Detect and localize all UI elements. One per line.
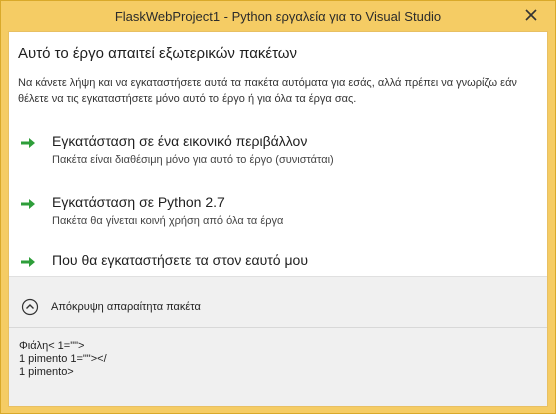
dialog-window: FlaskWebProject1 - Python εργαλεία για τ… <box>0 0 556 414</box>
arrow-right-icon <box>21 199 35 209</box>
option-title: Εγκατάσταση σε Python 2.7 <box>52 194 225 210</box>
option-title: Εγκατάσταση σε ένα εικονικό περιβάλλον <box>52 133 308 149</box>
option-install-virtual-env[interactable]: Εγκατάσταση σε ένα εικονικό περιβάλλον Π… <box>21 133 521 173</box>
arrow-right-icon <box>21 138 35 148</box>
divider <box>9 327 547 328</box>
option-subtitle: Πακέτα είναι διαθέσιμη μόνο για αυτό το … <box>52 154 334 166</box>
page-heading: Αυτό το έργο απαιτεί εξωτερικών πακέτων <box>18 45 298 62</box>
package-line: 1 pimento 1=""></ <box>19 353 107 365</box>
title-bar[interactable]: FlaskWebProject1 - Python εργαλεία για τ… <box>1 1 555 31</box>
option-subtitle: Πακέτα θα γίνεται κοινή χρήση από όλα τα… <box>52 215 284 227</box>
chevron-up-circle-icon <box>21 298 39 316</box>
option-install-python27[interactable]: Εγκατάσταση σε Python 2.7 Πακέτα θα γίνε… <box>21 194 521 234</box>
package-list: Φιάλη< 1=""> 1 pimento 1=""></ 1 pimento… <box>19 340 107 379</box>
description-text: Να κάνετε λήψη και να εγκαταστήσετε αυτά… <box>18 77 517 105</box>
option-title: Που θα εγκαταστήσετε τα στον εαυτό μου <box>52 252 308 268</box>
window-title: FlaskWebProject1 - Python εργαλεία για τ… <box>114 9 442 24</box>
option-install-myself[interactable]: Που θα εγκαταστήσετε τα στον εαυτό μου <box>21 252 521 274</box>
package-line: 1 pimento> <box>19 366 74 378</box>
close-button[interactable] <box>521 5 541 25</box>
arrow-right-icon <box>21 257 35 267</box>
close-icon <box>525 9 537 21</box>
toggle-label: Απόκρυψη απαραίτητα πακέτα <box>51 301 201 313</box>
package-line: Φιάλη< 1=""> <box>19 340 85 352</box>
dialog-content: Αυτό το έργο απαιτεί εξωτερικών πακέτων … <box>8 31 548 407</box>
